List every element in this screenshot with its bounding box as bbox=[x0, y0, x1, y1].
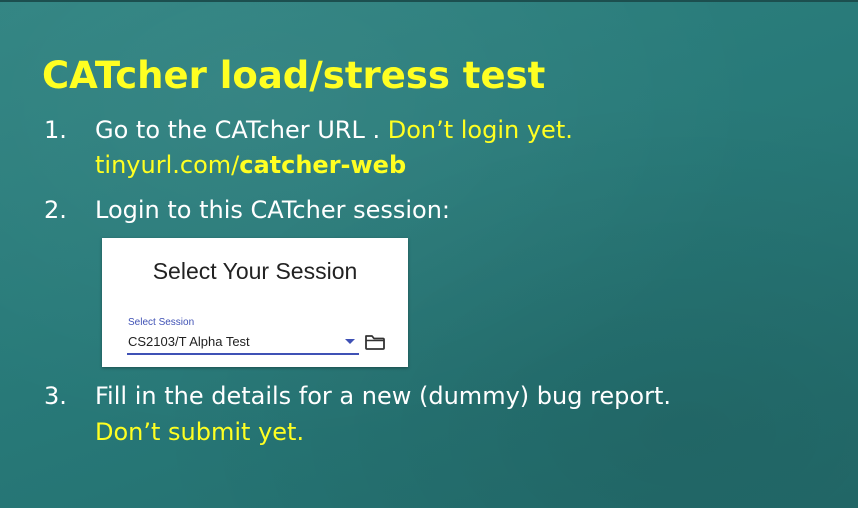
slide-title: CATcher load/stress test bbox=[42, 54, 546, 97]
step-2: 2. Login to this CATcher session: bbox=[44, 193, 450, 227]
card-title: Select Your Session bbox=[152, 258, 358, 284]
step-3-highlight: Don’t submit yet. bbox=[95, 418, 305, 446]
step-text: Go to the CATcher URL . bbox=[95, 116, 388, 144]
step-1: 1. Go to the CATcher URL . Don’t login ye… bbox=[44, 113, 573, 147]
step-number: 1. bbox=[44, 116, 67, 144]
chevron-down-icon bbox=[345, 339, 355, 344]
session-select-value: CS2103/T Alpha Test bbox=[128, 334, 250, 349]
session-field-label: Select Session bbox=[128, 317, 195, 328]
folder-icon[interactable] bbox=[364, 333, 386, 351]
step-number: 2. bbox=[44, 196, 67, 224]
step-1-url: tinyurl.com/catcher-web bbox=[95, 148, 406, 182]
step-number: 3. bbox=[44, 382, 67, 410]
top-edge bbox=[0, 0, 858, 2]
step-highlight: Don’t login yet. bbox=[387, 116, 573, 144]
step-3: 3. Fill in the details for a new (dummy) … bbox=[44, 379, 671, 413]
session-card: Select Your Session Select Session CS210… bbox=[102, 238, 408, 367]
step-text: Login to this CATcher session: bbox=[95, 196, 451, 224]
url-prefix: tinyurl.com/ bbox=[95, 151, 240, 179]
url-bold: catcher-web bbox=[239, 151, 407, 179]
session-select[interactable]: CS2103/T Alpha Test bbox=[127, 331, 359, 355]
step-text: Fill in the details for a new (dummy) bu… bbox=[95, 382, 671, 410]
